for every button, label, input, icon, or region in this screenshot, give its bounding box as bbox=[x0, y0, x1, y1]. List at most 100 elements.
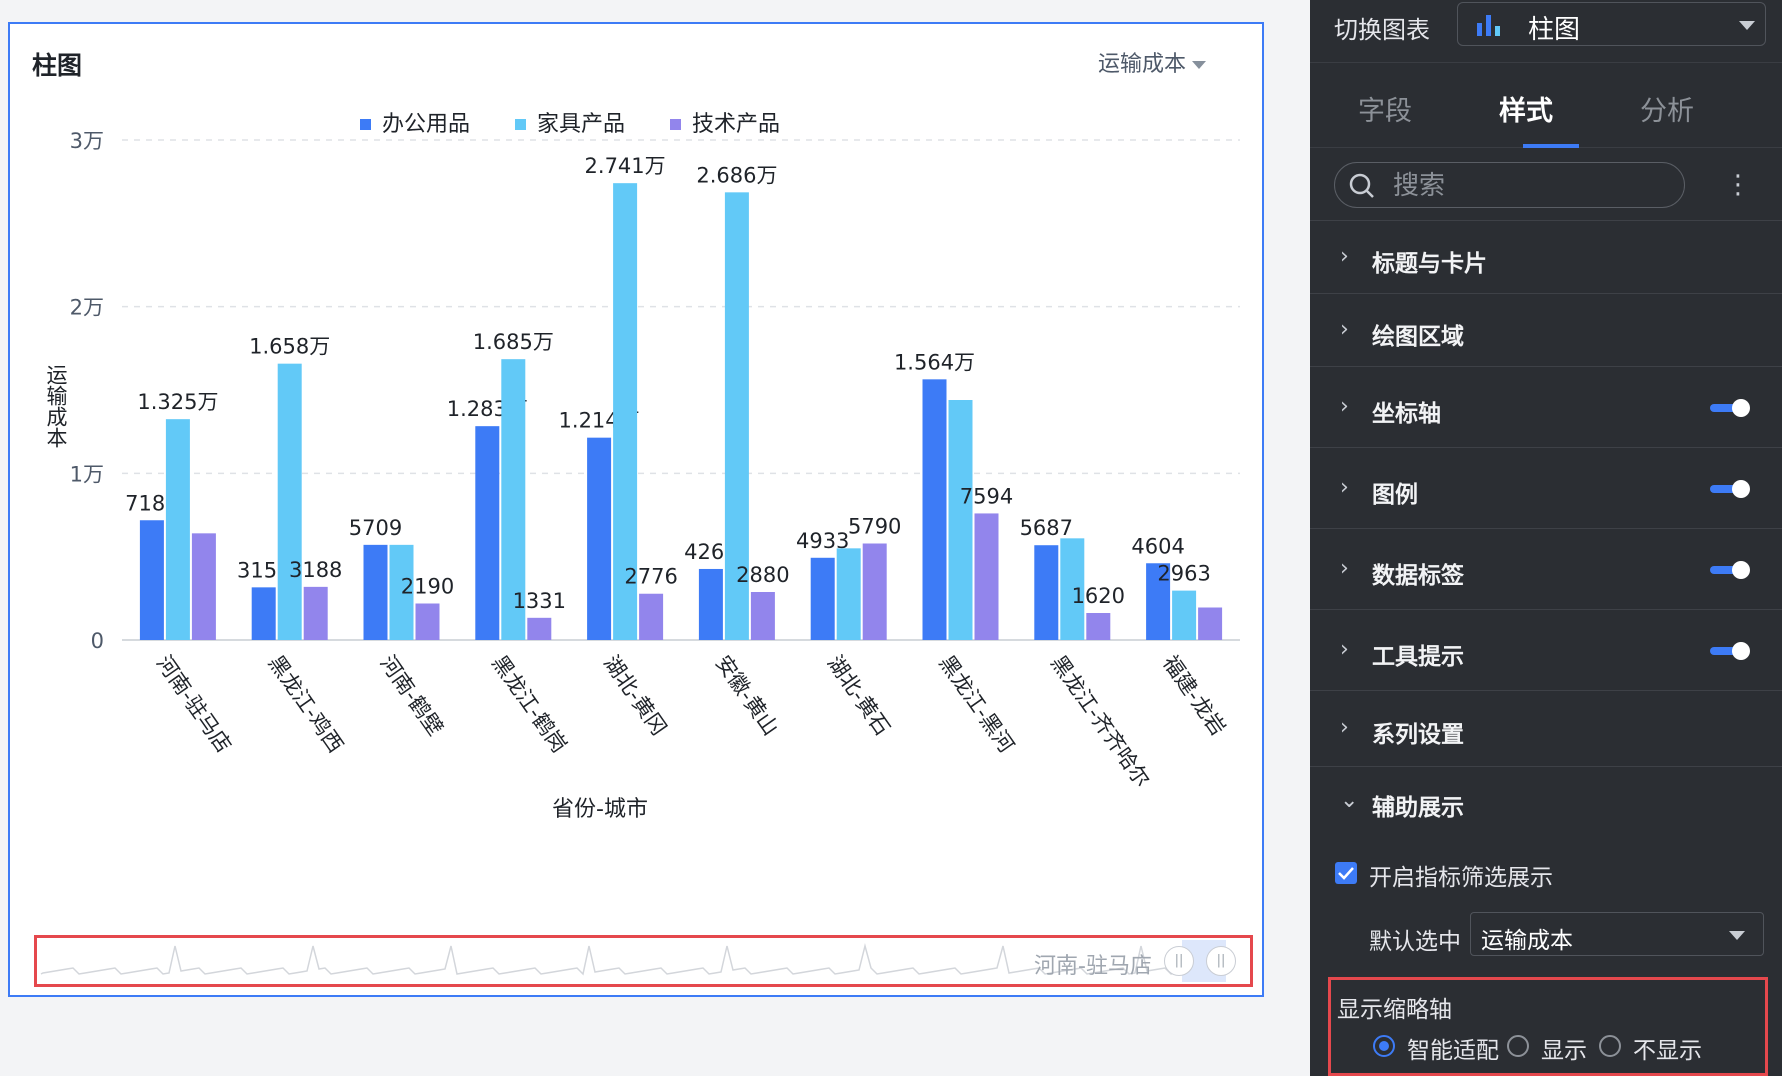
chevron-right-icon: › bbox=[1340, 475, 1349, 500]
section-0[interactable]: › 标题与卡片 bbox=[1310, 220, 1782, 294]
tab-style[interactable]: 样式 bbox=[1499, 89, 1553, 128]
bar-chart: 01万2万3万运输成本办公用品 家具产品 技术产品71851.325万河南-驻马店3… bbox=[44, 112, 1240, 822]
chevron-down-icon: ⌄ bbox=[1340, 788, 1359, 813]
section-title: 绘图区域 bbox=[1372, 324, 1464, 350]
bar bbox=[922, 379, 947, 640]
x-tick-label: 湖北-黄石 bbox=[823, 651, 895, 740]
section-7[interactable]: ⌄ 辅助展示 bbox=[1310, 766, 1782, 837]
thumbnail-axis-title: 显示缩略轴 bbox=[1337, 997, 1452, 1023]
tab-analysis[interactable]: 分析 bbox=[1640, 89, 1694, 128]
y-tick-label: 3万 bbox=[70, 129, 104, 153]
default-selected-dropdown[interactable]: 运输成本 bbox=[1470, 912, 1764, 956]
legend-marker bbox=[515, 119, 526, 130]
radio-show[interactable] bbox=[1507, 1035, 1529, 1057]
data-label: 5709 bbox=[349, 516, 402, 540]
section-title: 辅助展示 bbox=[1372, 795, 1464, 821]
thumbnail-label: 河南-驻马店 bbox=[1034, 954, 1152, 979]
search-box[interactable] bbox=[1334, 162, 1685, 208]
data-label: 1.685万 bbox=[473, 330, 554, 354]
data-label: 7594 bbox=[960, 484, 1013, 508]
x-tick-label: 福建-龙岩 bbox=[1158, 651, 1230, 740]
bar bbox=[475, 426, 500, 640]
indicator-filter-checkbox[interactable] bbox=[1335, 862, 1357, 884]
bar bbox=[1086, 613, 1111, 640]
data-label: 5687 bbox=[1020, 516, 1073, 540]
legend-label: 家具产品 bbox=[537, 112, 625, 137]
bar bbox=[948, 400, 973, 640]
section-5[interactable]: › 工具提示 bbox=[1310, 609, 1782, 691]
x-tick-label: 安徽-黄山 bbox=[711, 651, 783, 740]
chevron-right-icon: › bbox=[1340, 394, 1349, 419]
bar bbox=[139, 520, 164, 640]
thumbnail-axis[interactable]: 河南-驻马店 || || bbox=[34, 935, 1253, 987]
switch-chart-label: 切换图表 bbox=[1334, 16, 1430, 44]
data-label: 5790 bbox=[848, 515, 901, 539]
section-2[interactable]: › 坐标轴 bbox=[1310, 366, 1782, 448]
bar bbox=[587, 437, 612, 640]
thumbnail-left-handle[interactable]: || bbox=[1164, 946, 1194, 976]
data-label: 2880 bbox=[736, 563, 789, 587]
bar bbox=[415, 603, 440, 640]
section-title: 数据标签 bbox=[1372, 563, 1464, 589]
more-vertical-icon[interactable]: ⋮ bbox=[1725, 170, 1751, 200]
radio-hide[interactable] bbox=[1599, 1035, 1621, 1057]
radio-hide-label: 不显示 bbox=[1633, 1038, 1702, 1064]
legend-label: 技术产品 bbox=[692, 112, 780, 137]
settings-panel: 切换图表 柱图 字段 样式 分析 ⋮ › 标题与卡片 › 绘图区域 › 坐标轴 › 图例 › 数据… bbox=[1310, 0, 1782, 1076]
radio-smart-fit[interactable] bbox=[1373, 1035, 1395, 1057]
x-tick-label: 湖北-黄冈 bbox=[599, 651, 671, 740]
section-4[interactable]: › 数据标签 bbox=[1310, 528, 1782, 610]
tab-active-indicator bbox=[1523, 144, 1579, 148]
bar bbox=[698, 568, 723, 640]
bar bbox=[303, 586, 328, 640]
x-tick-label: 黑龙江-鸡西 bbox=[264, 651, 348, 757]
default-selected-value: 运输成本 bbox=[1481, 928, 1573, 954]
search-input[interactable] bbox=[1391, 169, 1665, 203]
section-3[interactable]: › 图例 bbox=[1310, 447, 1782, 529]
legend-marker bbox=[360, 119, 371, 130]
section-6[interactable]: › 系列设置 bbox=[1310, 690, 1782, 767]
bar bbox=[1198, 607, 1223, 640]
data-label: 2963 bbox=[1157, 562, 1210, 586]
section-toggle[interactable] bbox=[1710, 642, 1750, 660]
section-1[interactable]: › 绘图区域 bbox=[1310, 293, 1782, 367]
caret-down-icon bbox=[1729, 931, 1745, 940]
bar-chart-icon bbox=[1477, 15, 1500, 36]
toggle-knob bbox=[1732, 399, 1750, 417]
section-title: 标题与卡片 bbox=[1372, 251, 1487, 277]
chevron-right-icon: › bbox=[1340, 244, 1349, 269]
section-title: 系列设置 bbox=[1372, 722, 1464, 748]
section-toggle[interactable] bbox=[1710, 399, 1750, 417]
bar bbox=[277, 363, 302, 640]
bar bbox=[191, 533, 216, 640]
default-selected-label: 默认选中 bbox=[1369, 929, 1461, 955]
data-label: 2190 bbox=[401, 575, 454, 599]
thumbnail-axis-setting: 显示缩略轴 智能适配 显示 不显示 bbox=[1328, 977, 1768, 1076]
bar bbox=[251, 587, 276, 640]
y-axis-title: 运输成本 bbox=[44, 364, 68, 448]
radio-smart-fit-label: 智能适配 bbox=[1407, 1038, 1499, 1064]
section-title: 图例 bbox=[1372, 482, 1418, 508]
section-title: 工具提示 bbox=[1372, 644, 1464, 670]
x-tick-label: 河南-驻马店 bbox=[152, 651, 236, 757]
indicator-filter-label: 开启指标筛选展示 bbox=[1369, 865, 1553, 891]
bar bbox=[165, 419, 190, 640]
check-icon bbox=[1338, 867, 1354, 880]
data-label: 1.658万 bbox=[249, 335, 330, 359]
data-label: 4604 bbox=[1131, 534, 1184, 558]
x-tick-label: 黑龙江-鹤岗 bbox=[487, 651, 571, 757]
section-toggle[interactable] bbox=[1710, 561, 1750, 579]
x-tick-label: 河南-鹤壁 bbox=[375, 651, 447, 740]
bar bbox=[862, 543, 887, 640]
chart-type-select[interactable]: 柱图 bbox=[1457, 2, 1766, 46]
bar bbox=[363, 544, 388, 640]
panel-tabs: 字段 样式 分析 bbox=[1310, 62, 1782, 148]
section-title: 坐标轴 bbox=[1372, 401, 1441, 427]
y-tick-label: 1万 bbox=[70, 462, 104, 486]
toggle-knob bbox=[1732, 561, 1750, 579]
thumbnail-right-handle[interactable]: || bbox=[1206, 946, 1236, 976]
data-label: 3188 bbox=[289, 558, 342, 582]
tab-fields[interactable]: 字段 bbox=[1358, 89, 1412, 128]
section-toggle[interactable] bbox=[1710, 480, 1750, 498]
toggle-knob bbox=[1732, 480, 1750, 498]
